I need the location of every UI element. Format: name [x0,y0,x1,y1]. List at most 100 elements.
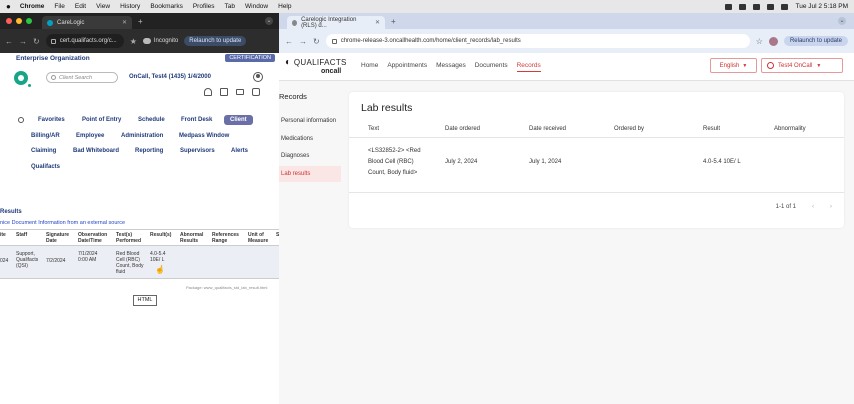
tab-search-chevron-icon[interactable]: ⌄ [265,17,273,25]
pagination: 1-1 of 1 ‹ › [776,204,832,210]
forward-arrow-icon[interactable]: → [299,37,307,46]
close-tab-icon[interactable]: ✕ [122,19,127,26]
menubar-item-history[interactable]: History [120,3,140,10]
new-tab-button[interactable]: + [138,17,143,26]
back-arrow-icon[interactable]: ← [285,37,293,46]
page-title: Lab results [361,102,413,114]
menu-schedule[interactable]: Schedule [138,117,165,123]
cell-date-received: July 1, 2024 [529,159,562,165]
new-tab-button[interactable]: + [391,17,396,26]
menu-row: Billing/AR Employee Administration Medpa… [0,130,279,146]
relaunch-button[interactable]: Relaunch to update [184,36,247,46]
bookmark-star-icon[interactable]: ☆ [756,37,763,46]
html-button[interactable]: HTML [133,295,157,306]
menubar-item-view[interactable]: View [96,3,110,10]
bell-icon[interactable] [204,88,212,96]
qualifacts-logo-icon[interactable] [14,71,28,85]
menu-billing-ar[interactable]: Billing/AR [31,133,60,139]
external-source-link[interactable]: nice Document Information from an extern… [0,220,125,226]
menu-employee[interactable]: Employee [76,133,104,139]
forward-arrow-icon[interactable]: → [19,37,27,46]
sidebar-item-personal-information[interactable]: Personal information [279,113,341,129]
logout-icon[interactable] [252,88,260,96]
wifi-icon[interactable] [753,3,761,10]
menu-client[interactable]: Client [224,115,253,125]
menubar-item-window[interactable]: Window [245,3,268,10]
next-page-icon[interactable]: › [830,204,832,210]
desktop: ● Chrome File Edit View History Bookmark… [0,0,854,404]
nav-messages[interactable]: Messages [436,62,466,72]
address-bar[interactable]: chrome-release-3.oncallhealth.com/home/c… [325,34,750,48]
menu-search-icon[interactable] [18,117,24,123]
menu-alerts[interactable]: Alerts [231,148,248,154]
menubar-item-tab[interactable]: Tab [225,3,235,10]
reload-icon[interactable]: ↻ [33,37,40,46]
header-icons [204,88,260,96]
col-signature-date: Signature Date [46,232,70,244]
nav-records[interactable]: Records [516,62,541,72]
back-arrow-icon[interactable]: ← [5,37,13,46]
nav-home[interactable]: Home [361,62,378,72]
address-text: chrome-release-3.oncallhealth.com/home/c… [340,38,521,44]
menu-front-desk[interactable]: Front Desk [181,117,212,123]
language-select[interactable]: English ▼ [710,58,757,73]
address-bar[interactable]: cert.qualifacts.org/c... [45,34,124,48]
menu-reporting[interactable]: Reporting [135,148,163,154]
user-menu[interactable]: Test4 OnCall ▼ [761,58,843,73]
client-search-input[interactable]: Client Search [46,72,118,83]
col-result: Result [703,126,721,132]
incognito-indicator[interactable]: Incognito [142,38,178,44]
prev-page-icon[interactable]: ‹ [812,204,814,210]
menu-bad-whiteboard[interactable]: Bad Whiteboard [73,148,119,154]
control-center-icon[interactable] [781,3,789,10]
menubar-item-bookmarks[interactable]: Bookmarks [150,3,183,10]
pagination-range: 1-1 of 1 [775,204,796,210]
nav-appointments[interactable]: Appointments [387,62,427,72]
menubar-clock[interactable]: Tue Jul 2 5:18 PM [795,3,848,10]
relaunch-button[interactable]: Relaunch to update [783,36,848,46]
bookmark-star-icon[interactable]: ★ [130,37,137,46]
user-avatar-icon[interactable] [253,72,263,82]
col-observation: Observation Date/Time [78,232,108,244]
menubar-item-profiles[interactable]: Profiles [193,3,215,10]
zoom-window-button[interactable] [26,18,32,24]
close-window-button[interactable] [6,18,12,24]
menu-supervisors[interactable]: Supervisors [180,148,215,154]
close-tab-icon[interactable]: ✕ [375,19,380,26]
menu-claiming[interactable]: Claiming [31,148,56,154]
tab-carelogic[interactable]: CareLogic ✕ [42,16,132,29]
reload-icon[interactable]: ↻ [313,37,320,46]
qualifacts-brand[interactable]: ◐ QUALIFACTS [285,57,347,68]
sidebar-item-lab-results[interactable]: Lab results [279,166,341,182]
menu-administration[interactable]: Administration [121,133,163,139]
mail-icon[interactable] [236,89,244,95]
menu-qualifacts[interactable]: Qualifacts [31,164,60,170]
table-row[interactable]: 024 Support, Qualifacts (QSI) 7/2/2024 7… [0,246,279,279]
menubar-app-name[interactable]: Chrome [20,3,45,10]
record-icon[interactable] [725,3,733,10]
col-tests-performed: Test(s) Performed [116,232,142,244]
tab-title: CareLogic [57,19,85,26]
menubar-item-edit[interactable]: Edit [75,3,86,10]
apple-icon[interactable]: ● [6,2,11,11]
profile-avatar-icon[interactable] [768,36,778,46]
nav-documents[interactable]: Documents [475,62,508,72]
cell-date: 024 [0,258,9,264]
search-icon[interactable] [767,3,775,10]
sidebar-item-diagnoses[interactable]: Diagnoses [279,148,341,164]
menubar-item-help[interactable]: Help [278,3,291,10]
tab-carelogic-integration[interactable]: Carelogic Integration (RLS) d... ✕ [287,16,385,29]
menubar-item-file[interactable]: File [54,3,64,10]
battery-icon[interactable] [739,3,747,10]
minimize-window-button[interactable] [16,18,22,24]
tab-search-chevron-icon[interactable]: ⌄ [838,17,846,25]
menu-point-of-entry[interactable]: Point of Entry [82,117,121,123]
oncall-header: ◐ QUALIFACTS oncall Home Appointments Me… [279,53,854,81]
menu-medpass-window[interactable]: Medpass Window [179,133,229,139]
current-client[interactable]: OnCall, Test4 (1435) 1/4/2000 [129,74,211,80]
oncall-favicon-icon [292,19,298,26]
sidebar-item-medications[interactable]: Medications [279,131,341,147]
home-icon[interactable] [220,88,228,96]
results-heading: Results [0,209,22,215]
menu-favorites[interactable]: Favorites [38,117,65,123]
